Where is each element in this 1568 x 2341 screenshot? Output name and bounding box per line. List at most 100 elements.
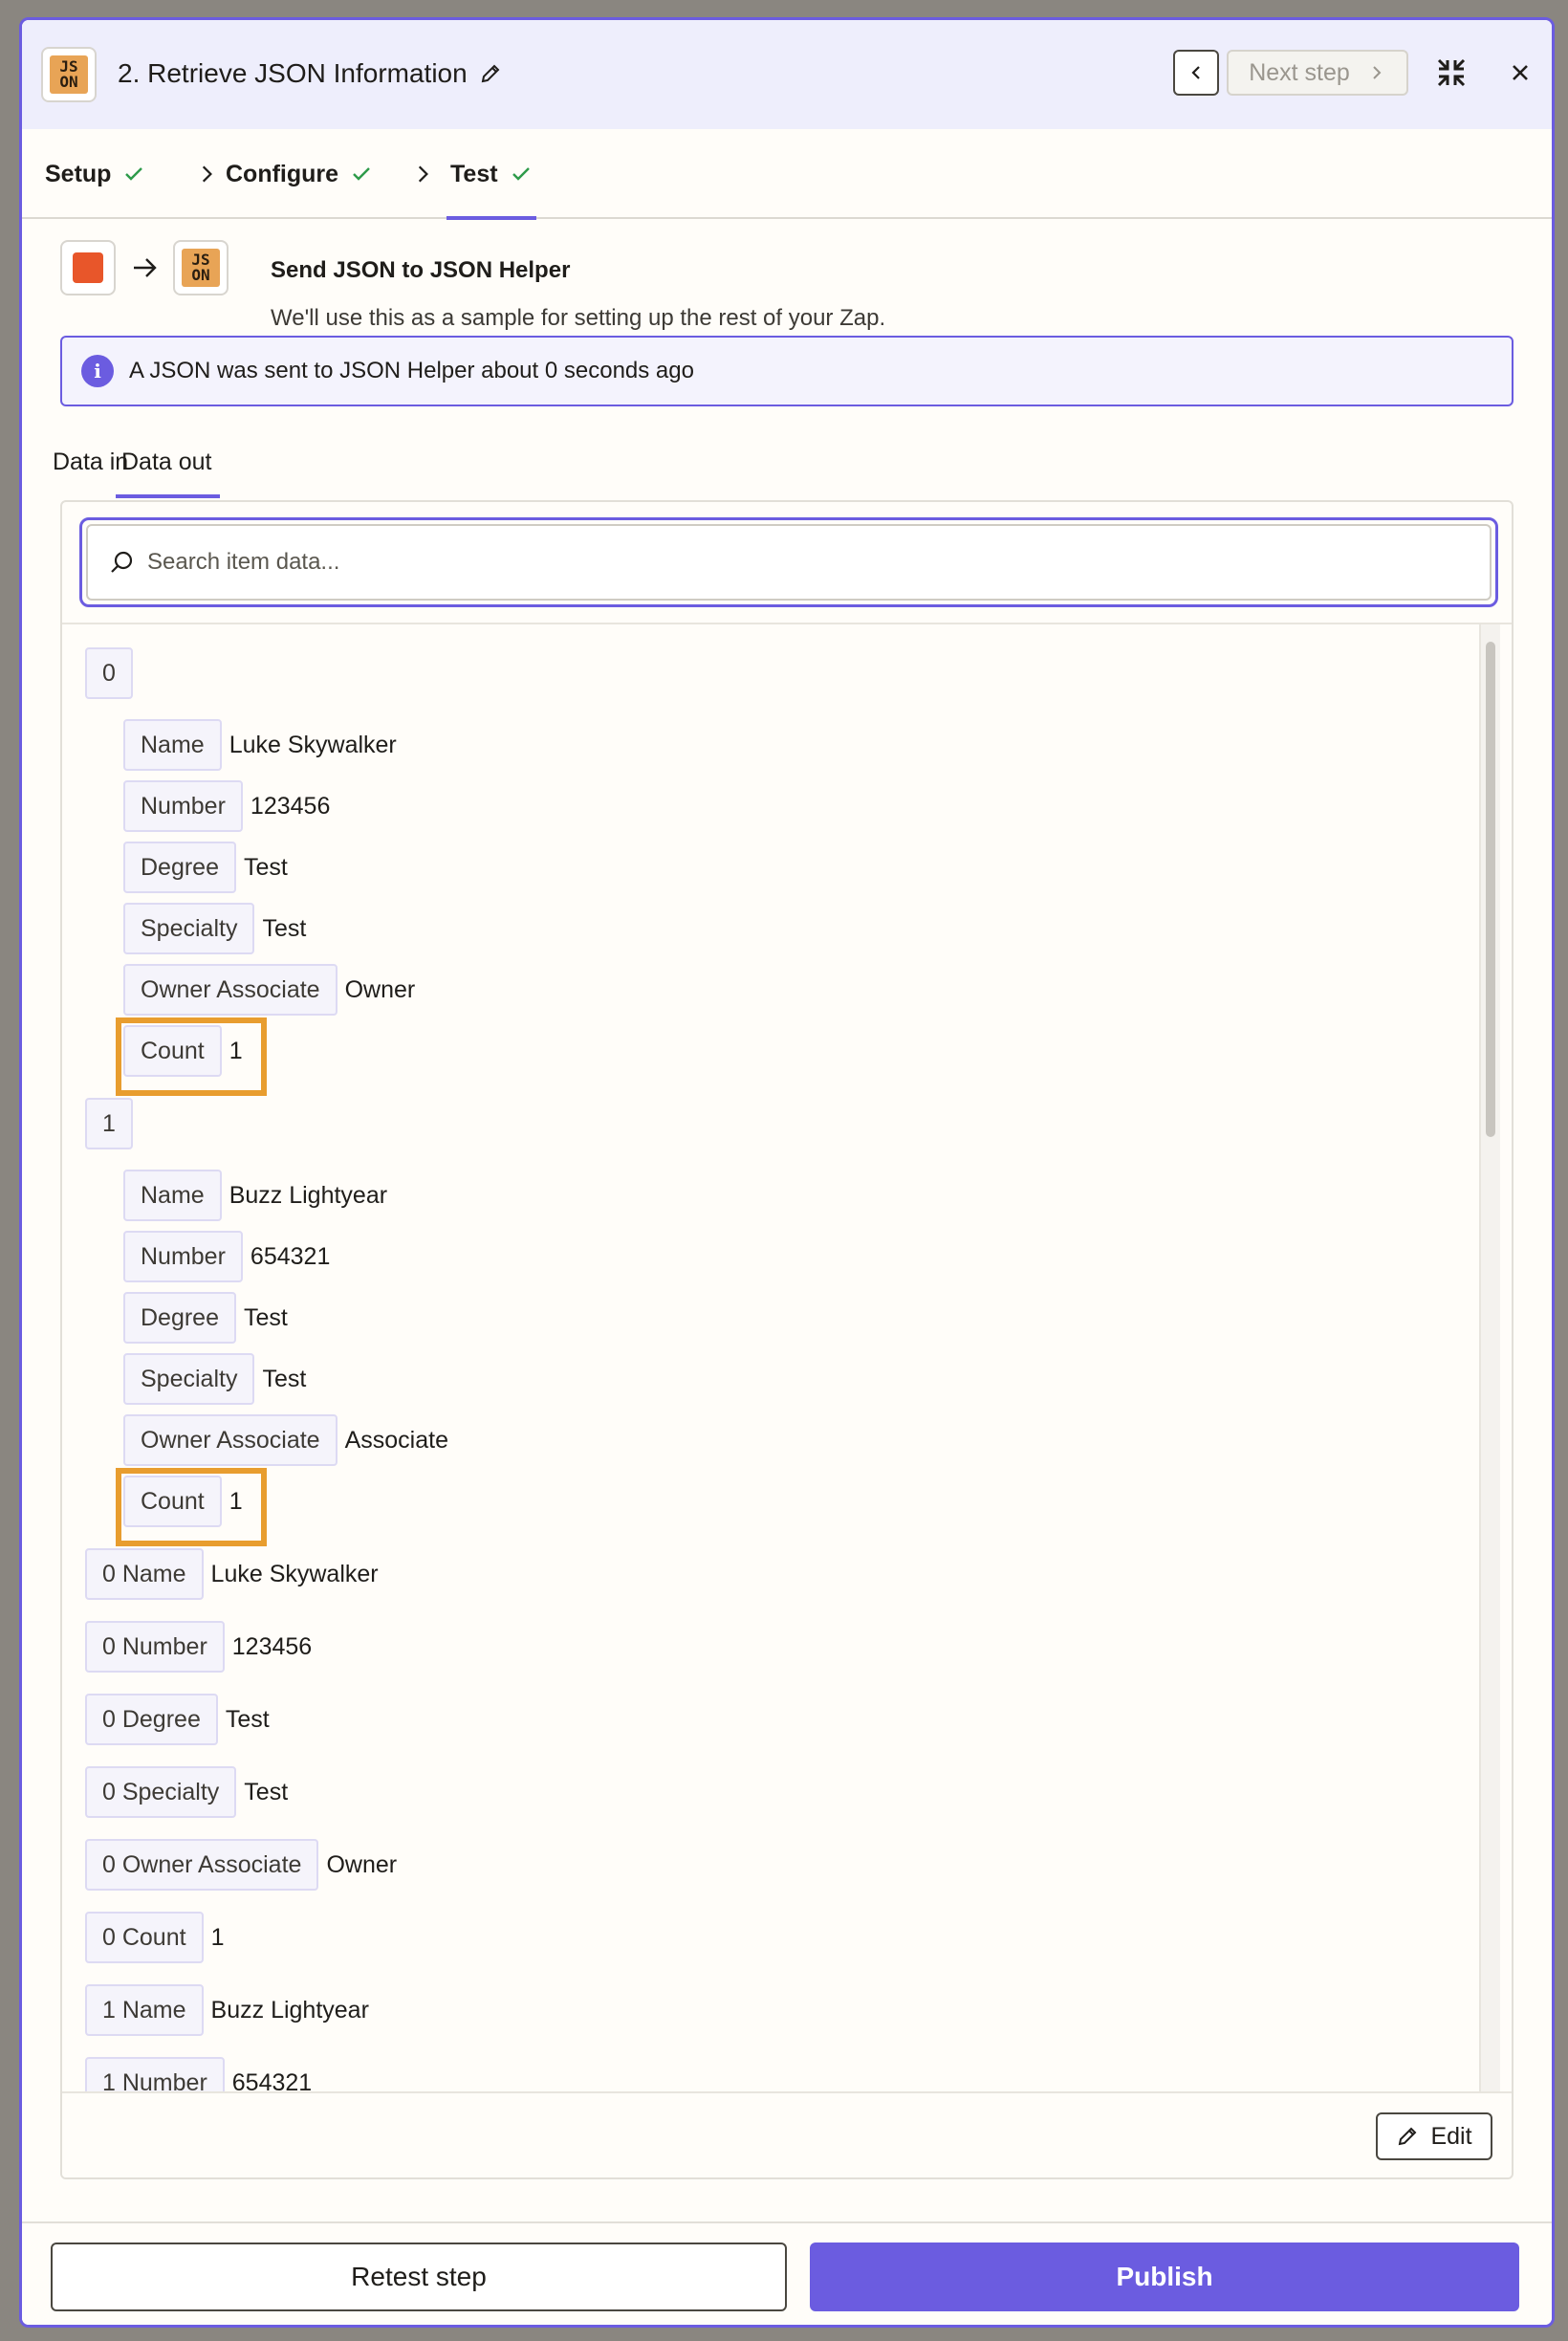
field-key-pill[interactable]: Name: [123, 719, 222, 771]
json-icon-bottom-text: ON: [191, 266, 210, 284]
chevron-right-icon: [418, 165, 428, 183]
field-key-pill[interactable]: 0 Number: [85, 1621, 225, 1673]
edit-button-label: Edit: [1430, 2122, 1472, 2150]
bottom-action-bar: Retest step Publish: [22, 2221, 1552, 2325]
field-value: 1: [210, 1923, 225, 1951]
tree-child-row: Specialty Test: [123, 1353, 306, 1405]
edit-button[interactable]: Edit: [1376, 2112, 1492, 2160]
tab-configure[interactable]: Configure: [226, 129, 373, 219]
tree-child-row: Name Luke Skywalker: [123, 719, 397, 771]
field-key-pill[interactable]: Name: [123, 1170, 222, 1221]
field-key-pill[interactable]: 1 Number: [85, 2057, 225, 2091]
tree-row: 0 Count 1: [85, 1912, 224, 1963]
field-key-pill[interactable]: Specialty: [123, 903, 255, 954]
tab-test[interactable]: Test: [446, 129, 536, 220]
field-value: Associate: [344, 1426, 448, 1454]
close-button[interactable]: [1500, 53, 1540, 93]
field-value: Test: [244, 1778, 289, 1805]
search-input[interactable]: [147, 549, 1390, 576]
highlight-box: [116, 1468, 267, 1546]
step-title-text: 2. Retrieve JSON Information: [118, 58, 468, 88]
search-box[interactable]: [86, 524, 1492, 601]
tab-data-out[interactable]: Data out: [116, 449, 219, 498]
json-icon-bottom-text: ON: [59, 73, 78, 91]
search-icon: [111, 551, 133, 573]
tree-child-row: Owner Associate Owner: [123, 964, 415, 1016]
field-key-pill[interactable]: Number: [123, 1231, 243, 1282]
field-key-pill[interactable]: Specialty: [123, 1353, 255, 1405]
pencil-icon: [1399, 2127, 1417, 2146]
tree-row: 1: [85, 1098, 133, 1149]
check-icon: [512, 167, 530, 181]
field-value: Luke Skywalker: [210, 1560, 379, 1587]
info-banner-text: A JSON was sent to JSON Helper about 0 s…: [129, 358, 694, 383]
panel-header: JS ON 2. Retrieve JSON Information Next …: [22, 20, 1552, 129]
step-tabs: Setup Configure Test: [22, 129, 1552, 220]
field-key-pill[interactable]: Number: [123, 780, 243, 832]
scrollbar-thumb[interactable]: [1486, 642, 1495, 1137]
json-helper-app-icon: JS ON: [173, 240, 229, 295]
search-focus-ring: [79, 517, 1498, 607]
close-icon: [1513, 65, 1528, 80]
check-icon: [353, 167, 370, 181]
collapse-button[interactable]: [1431, 53, 1471, 93]
publish-button[interactable]: Publish: [810, 2243, 1519, 2311]
tree-child-row: Degree Test: [123, 1292, 288, 1344]
tree-child-row: Degree Test: [123, 842, 288, 893]
field-key-pill[interactable]: Owner Associate: [123, 1414, 338, 1466]
pencil-icon[interactable]: [479, 62, 502, 85]
retest-step-button[interactable]: Retest step: [51, 2243, 787, 2311]
tab-setup-label: Setup: [45, 160, 112, 187]
field-key-pill[interactable]: 0 Degree: [85, 1694, 218, 1745]
field-value: 123456: [250, 792, 331, 820]
trigger-subtitle: We'll use this as a sample for setting u…: [271, 305, 886, 331]
next-step-button[interactable]: Next step: [1227, 50, 1408, 96]
field-value: Test: [262, 914, 307, 942]
tab-data-in[interactable]: Data in: [53, 449, 128, 476]
webhook-app-icon: [73, 252, 103, 283]
tree-row: 0 Degree Test: [85, 1694, 270, 1745]
field-key-pill[interactable]: Degree: [123, 842, 236, 893]
json-icon: JS ON: [182, 249, 220, 287]
field-key-pill[interactable]: 0 Owner Associate: [85, 1839, 319, 1891]
source-app-icon: [60, 240, 116, 295]
tree-row: 0 Owner Associate Owner: [85, 1839, 397, 1891]
tab-setup[interactable]: Setup: [45, 129, 145, 219]
previous-step-button[interactable]: [1173, 50, 1219, 96]
field-key-pill[interactable]: 1 Name: [85, 1984, 204, 2036]
chevron-right-icon: [202, 165, 212, 183]
tree-child-row: Specialty Test: [123, 903, 306, 954]
field-key-pill[interactable]: 0: [85, 647, 133, 699]
field-key-pill[interactable]: 0 Specialty: [85, 1766, 237, 1818]
json-app-logo: JS ON: [41, 47, 97, 102]
field-key-pill[interactable]: 1: [85, 1098, 133, 1149]
field-key-pill[interactable]: 0 Name: [85, 1548, 204, 1600]
tree-child-row: Owner Associate Associate: [123, 1414, 448, 1466]
data-out-card: 0NameLuke SkywalkerNumber123456DegreeTes…: [60, 500, 1514, 2179]
field-key-pill[interactable]: Degree: [123, 1292, 236, 1344]
tree-row: 0 Number 123456: [85, 1621, 312, 1673]
step-title[interactable]: 2. Retrieve JSON Information: [118, 58, 502, 89]
field-key-pill[interactable]: Owner Associate: [123, 964, 338, 1016]
tree-row: 0: [85, 647, 133, 699]
info-icon: i: [81, 355, 114, 387]
field-value: Owner: [326, 1850, 398, 1878]
field-value: Buzz Lightyear: [229, 1181, 388, 1209]
card-footer: Edit: [62, 2091, 1512, 2177]
field-value: Test: [244, 853, 288, 881]
tab-configure-label: Configure: [226, 160, 339, 187]
field-key-pill[interactable]: 0 Count: [85, 1912, 204, 1963]
data-tree: 0 Name Luke Skywalker Number 123456 Degree Tes…: [62, 624, 1512, 2091]
field-value: Luke Skywalker: [229, 731, 397, 758]
field-value: 654321: [231, 2068, 313, 2092]
field-value: Test: [262, 1365, 307, 1392]
tree-child-row: Number 654321: [123, 1231, 330, 1282]
tree-child-row: Name Buzz Lightyear: [123, 1170, 387, 1221]
tree-row: 0 Name Luke Skywalker: [85, 1548, 379, 1600]
tab-test-label: Test: [450, 160, 498, 187]
check-icon: [125, 167, 143, 181]
json-icon: JS ON: [50, 55, 88, 94]
highlight-box: [116, 1017, 267, 1096]
trigger-title: Send JSON to JSON Helper: [271, 257, 571, 283]
field-value: Buzz Lightyear: [210, 1996, 369, 2024]
